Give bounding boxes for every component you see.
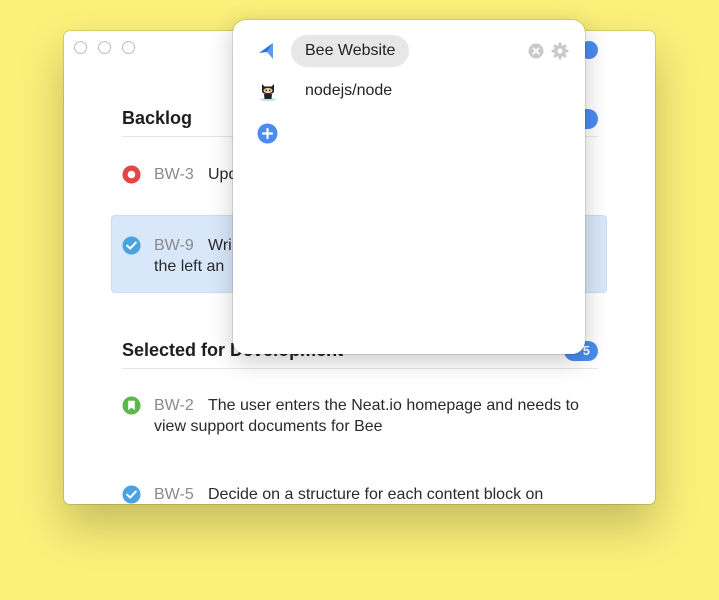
settings-gear-icon[interactable] [551,42,569,60]
issue-key: BW-2 [154,397,194,414]
remove-account-icon[interactable] [528,43,544,59]
issue-summary: The user enters the Neat.io homepage and… [154,397,579,435]
active-account-pill[interactable]: Bee Website [291,35,410,67]
jira-logo-icon [259,43,273,59]
close-window-button[interactable] [74,41,87,54]
issue-summary: Decide on a structure for each content b… [208,486,544,503]
account-label: nodejs/node [305,82,393,99]
issue-key: BW-3 [154,166,194,183]
account-item-nodejs-node[interactable]: nodejs/node [233,74,585,108]
add-account-icon[interactable] [257,123,278,144]
blocked-status-icon [122,165,141,184]
zoom-window-button[interactable] [122,41,135,54]
account-switcher-popover: Bee Website nodejs/node [233,20,585,354]
section-divider [122,368,598,369]
section-title-backlog: Backlog [122,108,193,128]
story-status-icon [122,396,141,415]
minimize-window-button[interactable] [98,41,111,54]
account-item-bee-website[interactable]: Bee Website [233,34,585,68]
github-octocat-icon [260,84,276,102]
issue-key: BW-9 [154,237,194,254]
done-status-icon [122,485,141,504]
done-status-icon [122,236,141,255]
issue-key: BW-5 [154,486,194,503]
